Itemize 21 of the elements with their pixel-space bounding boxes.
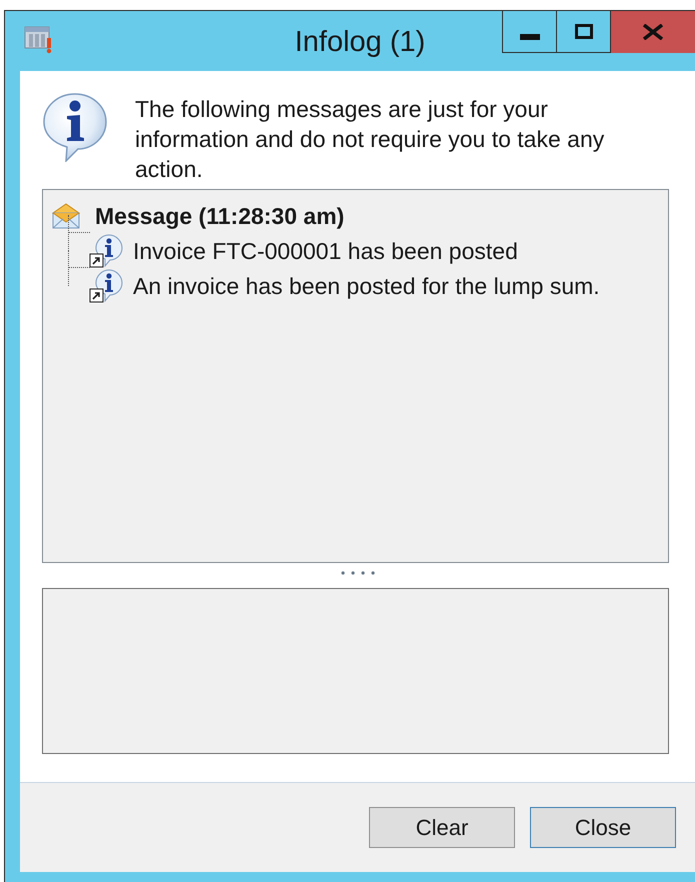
info-shortcut-icon	[89, 234, 123, 268]
minimize-button[interactable]	[502, 11, 557, 53]
window-alert-icon	[24, 24, 54, 54]
envelope-icon	[52, 202, 80, 228]
splitter-handle[interactable]	[340, 571, 374, 575]
close-button[interactable]	[611, 11, 695, 53]
window-title: Infolog (1)	[294, 26, 426, 58]
tree-item[interactable]: An invoice has been posted for the lump sum.	[131, 272, 602, 300]
minimize-icon	[520, 34, 540, 40]
info-message: The following messages are just for your information and do not require you to take any action.	[135, 95, 606, 184]
maximize-button[interactable]	[557, 11, 611, 53]
dialog-button[interactable]: Close	[530, 807, 676, 848]
tree-connector	[68, 215, 89, 251]
dialog-button[interactable]: Clear	[369, 807, 515, 848]
close-icon	[642, 24, 664, 40]
tree-item[interactable]: Invoice FTC-000001 has been posted	[131, 236, 520, 264]
info-shortcut-icon	[89, 268, 123, 302]
maximize-icon	[574, 24, 592, 39]
tree-connector	[68, 250, 89, 286]
tree-item[interactable]: Message (11:28:30 am)	[93, 202, 346, 230]
info-icon	[42, 92, 108, 162]
